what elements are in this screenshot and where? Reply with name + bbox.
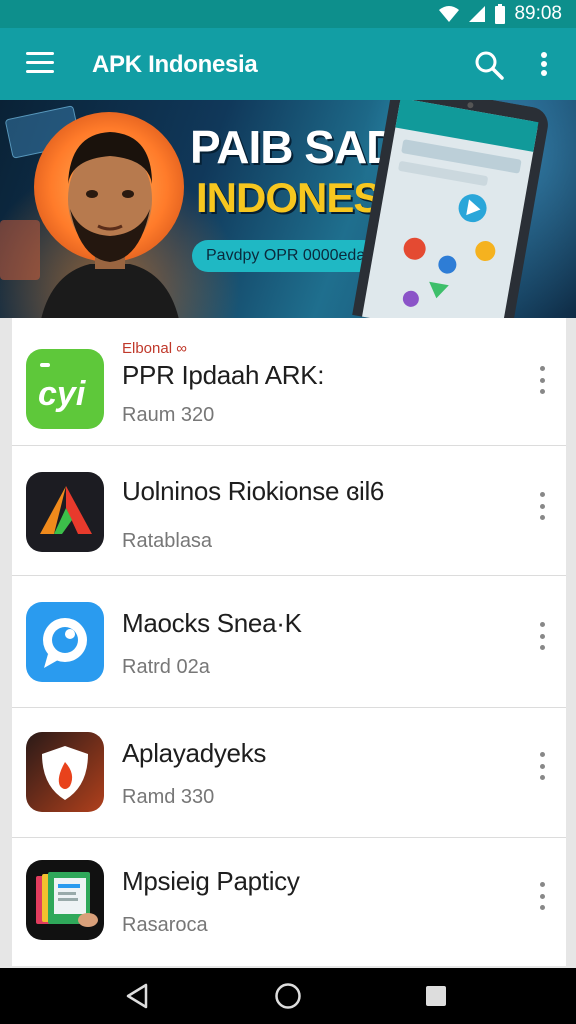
list-item[interactable]: Uolninos Riokionse ɞil6 Ratablasa: [12, 448, 566, 576]
blue-chat-app-icon: [26, 602, 104, 682]
app-subtitle: Rasaroca: [122, 914, 208, 936]
wifi-icon: [439, 6, 460, 22]
shield-flame-app-icon: [26, 732, 104, 812]
system-nav-bar: [0, 968, 576, 1024]
overflow-menu-icon[interactable]: [536, 492, 548, 520]
list-item[interactable]: Mpsieig Papticy Rasaroca: [12, 838, 566, 966]
list-item[interactable]: Aplayadyeks Ramd 330: [12, 710, 566, 838]
cell-signal-icon: [469, 6, 486, 22]
more-vert-icon[interactable]: [534, 50, 554, 80]
app-category: Elbonal ∞: [122, 340, 187, 357]
status-bar: 89:08: [0, 0, 576, 28]
home-icon[interactable]: [274, 982, 302, 1010]
menu-icon[interactable]: [26, 52, 54, 76]
overflow-menu-icon[interactable]: [536, 752, 548, 780]
app-list: cyi Elbonal ∞ PPR Ipdaah ARK: Raum 320 U…: [12, 318, 566, 966]
back-icon[interactable]: [124, 982, 150, 1010]
search-icon[interactable]: [474, 50, 504, 80]
app-name: Aplayadyeks: [122, 738, 267, 768]
red-orange-triangle-app-icon: [26, 472, 104, 552]
overflow-menu-icon[interactable]: [536, 622, 548, 650]
list-item[interactable]: cyi Elbonal ∞ PPR Ipdaah ARK: Raum 320: [12, 318, 566, 446]
svg-text:cyi: cyi: [38, 375, 87, 413]
list-item[interactable]: Maocks Snea·K Ratrd 02a: [12, 580, 566, 708]
overflow-menu-icon[interactable]: [536, 882, 548, 910]
app-bar: APK Indonesia: [0, 28, 576, 100]
promo-banner[interactable]: PAIB SADA INDONESIA Pavdpy OPR 0000eda: [0, 100, 576, 318]
app-subtitle: Ratablasa: [122, 530, 213, 552]
app-name: Maocks Snea·K: [122, 608, 302, 638]
battery-icon: [495, 4, 506, 24]
app-name: Uolninos Riokionse ɞil6: [122, 476, 385, 506]
recents-icon[interactable]: [424, 982, 448, 1010]
smartphone-illustration: [350, 100, 548, 318]
app-name: PPR Ipdaah ARK:: [122, 360, 325, 390]
presenter-portrait-image: [41, 132, 179, 318]
app-subtitle: Ratrd 02a: [122, 656, 210, 678]
app-name: Mpsieig Papticy: [122, 866, 300, 896]
floating-card-decoration: [0, 220, 40, 280]
app-subtitle: Ramd 330: [122, 786, 215, 808]
overflow-menu-icon[interactable]: [536, 366, 548, 394]
green-cyi-app-icon: cyi: [26, 349, 104, 429]
status-time: 89:08: [514, 3, 562, 24]
app-title: APK Indonesia: [92, 51, 258, 78]
app-subtitle: Raum 320: [122, 404, 215, 426]
document-stack-app-icon: [26, 860, 104, 940]
